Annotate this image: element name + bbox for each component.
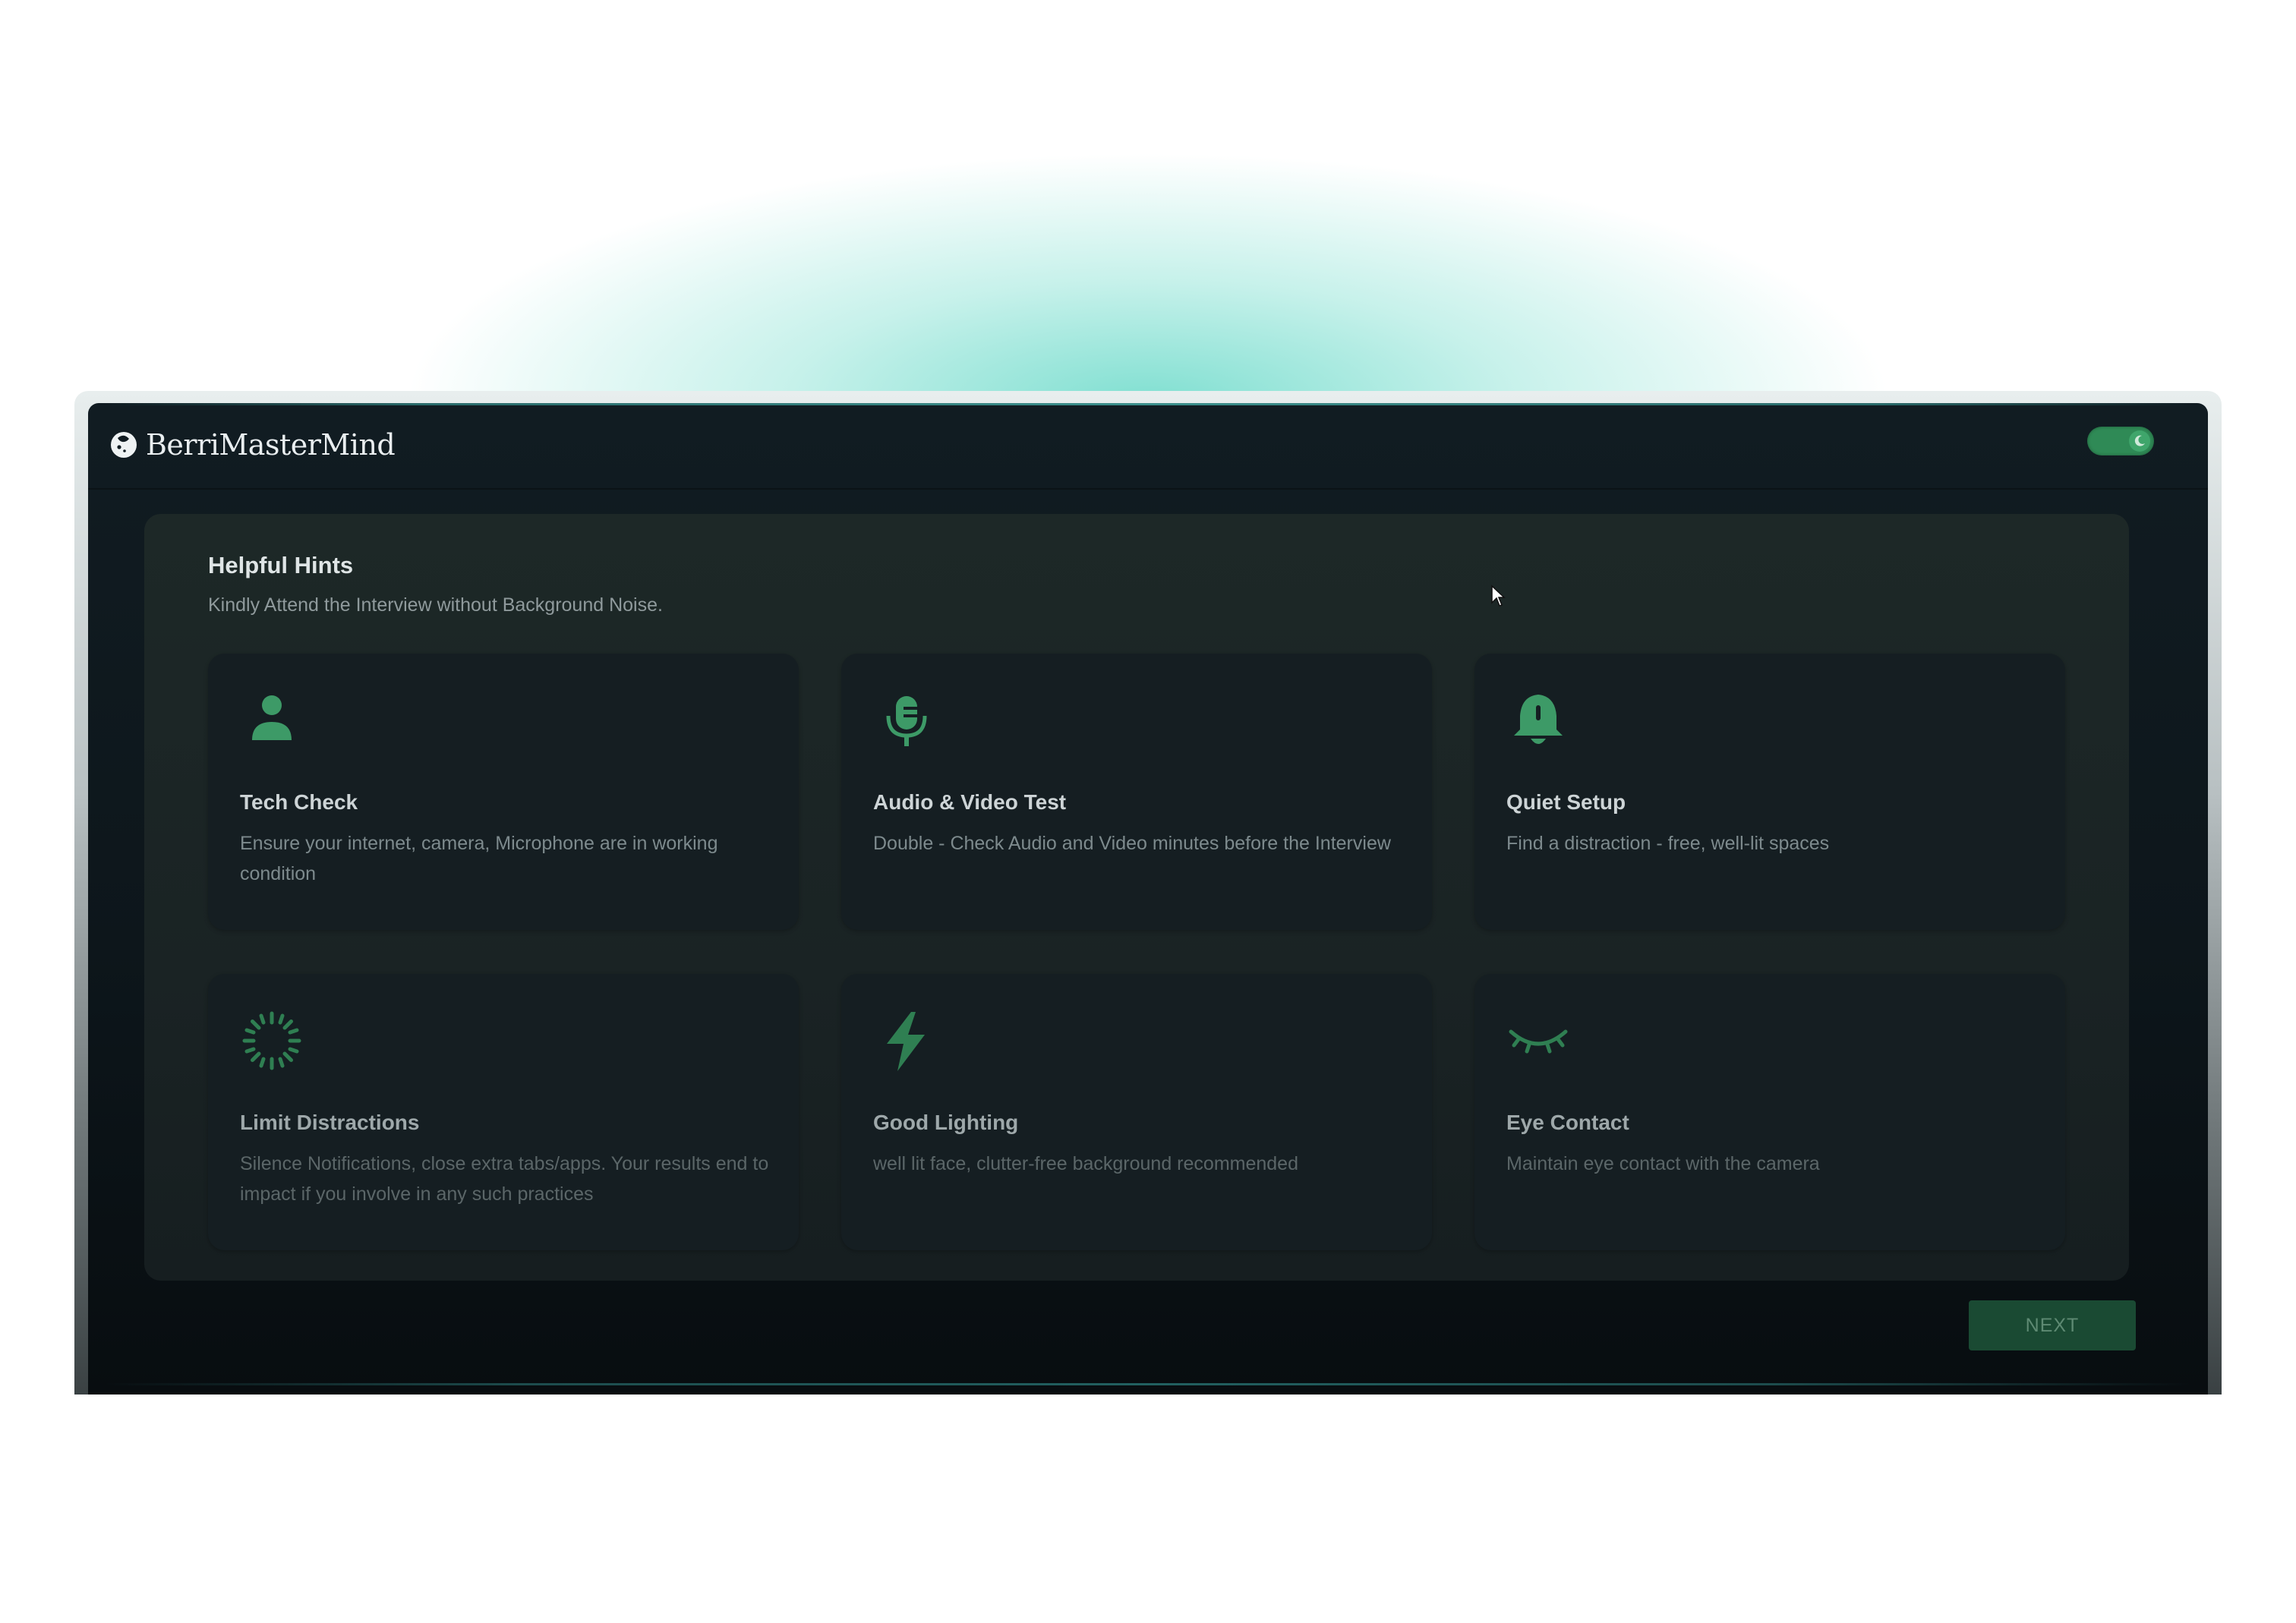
lightning-icon [887,1012,925,1071]
hint-card-quiet-setup: Quiet Setup Find a distraction - free, w… [1474,654,2065,930]
panel-title: Helpful Hints [208,552,354,578]
brand-name: BerriMasterMind [146,428,396,462]
loading-spinner-icon [242,1011,301,1070]
bottom-accent-line [106,1383,2190,1385]
card-description: well lit face, clutter-free background r… [873,1153,1298,1174]
card-description: Silence Notifications, close extra tabs/… [240,1153,769,1205]
card-title: Limit Distractions [240,1111,420,1134]
helpful-hints-panel: Helpful Hints Kindly Attend the Intervie… [144,514,2129,1281]
bell-icon [1514,695,1563,744]
microphone-icon [886,696,927,746]
hint-card-eye-contact: Eye Contact Maintain eye contact with th… [1474,974,2065,1250]
hint-card-good-lighting: Good Lighting well lit face, clutter-fre… [841,974,1432,1250]
card-description: Maintain eye contact with the camera [1506,1153,1820,1174]
card-title: Audio & Video Test [873,790,1067,814]
theme-toggle[interactable] [2087,427,2154,455]
hint-card-tech-check: Tech Check Ensure your internet, camera,… [208,654,799,930]
card-description: Double - Check Audio and Video minutes b… [873,833,1391,854]
panel-subtitle: Kindly Attend the Interview without Back… [208,594,663,616]
app-header: BerriMasterMind [88,403,2208,490]
card-title: Eye Contact [1506,1111,1629,1134]
hint-card-audio-video-test: Audio & Video Test Double - Check Audio … [841,654,1432,930]
card-title: Tech Check [240,790,358,814]
eye-closed-icon [1509,1029,1568,1054]
next-button[interactable]: NEXT [1969,1300,2136,1350]
card-description: Find a distraction - free, well-lit spac… [1506,833,1830,854]
hint-card-limit-distractions: Limit Distractions Silence Notifications… [208,974,799,1250]
mouse-cursor-icon [1491,585,1506,607]
card-title: Quiet Setup [1506,790,1626,814]
user-icon [252,695,292,740]
card-title: Good Lighting [873,1111,1019,1134]
logo-icon [111,432,137,458]
brand-logo[interactable]: BerriMasterMind [109,426,396,464]
app-window: BerriMasterMind Helpful Hints Kindly Att… [88,403,2208,1395]
moon-icon [2129,430,2150,452]
card-description: Ensure your internet, camera, Microphone… [240,833,718,884]
